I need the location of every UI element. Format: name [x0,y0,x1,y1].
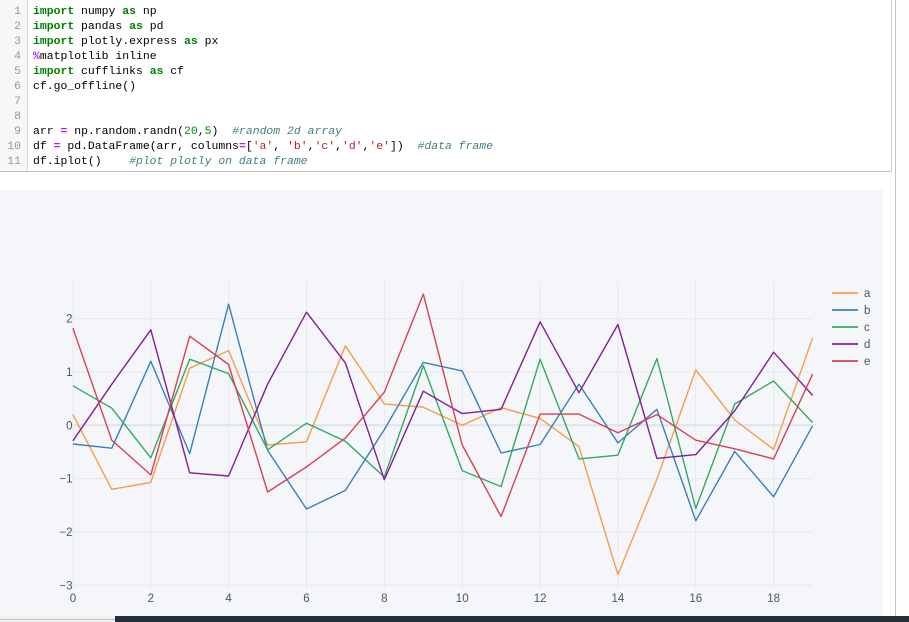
svg-text:0: 0 [70,593,76,605]
svg-text:c: c [864,322,870,334]
svg-text:d: d [864,339,870,351]
svg-text:−1: −1 [59,474,72,486]
svg-text:−2: −2 [59,527,72,539]
svg-text:8: 8 [381,593,387,605]
svg-text:18: 18 [767,593,780,605]
svg-text:b: b [864,305,870,317]
svg-text:6: 6 [303,593,309,605]
svg-text:e: e [864,356,870,368]
svg-text:2: 2 [66,314,72,326]
svg-text:−3: −3 [59,580,72,592]
svg-text:16: 16 [689,593,702,605]
svg-text:a: a [864,288,871,300]
svg-text:12: 12 [534,593,547,605]
svg-text:10: 10 [456,593,469,605]
svg-text:4: 4 [225,593,232,605]
svg-text:14: 14 [612,593,625,605]
svg-text:2: 2 [148,593,154,605]
svg-text:0: 0 [66,420,72,432]
svg-text:1: 1 [66,367,72,379]
